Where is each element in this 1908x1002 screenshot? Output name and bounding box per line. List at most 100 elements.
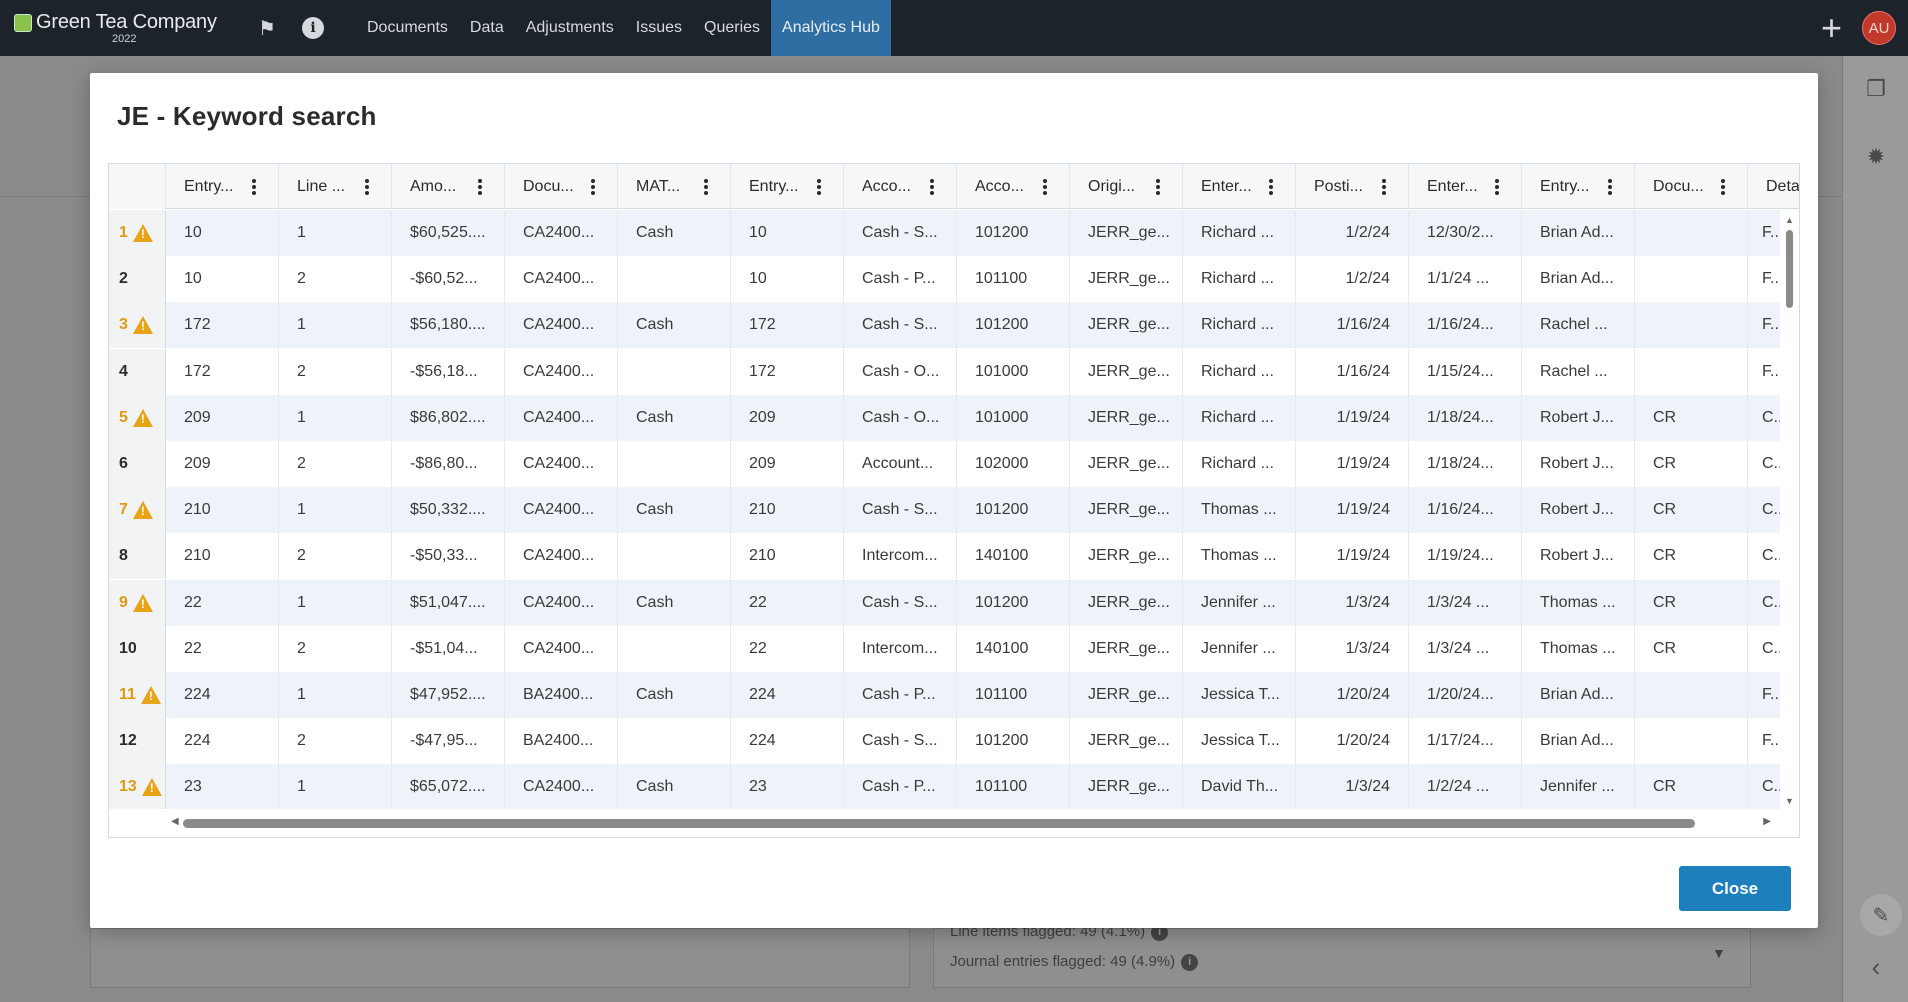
table-cell[interactable]: JERR_ge... (1070, 487, 1183, 534)
table-cell[interactable]: CA2400... (505, 579, 618, 626)
scroll-up-icon[interactable]: ▲ (1785, 215, 1794, 225)
table-cell[interactable]: 22 (166, 579, 279, 626)
table-cell[interactable]: 2 (279, 348, 392, 395)
table-row[interactable]: 9221$51,047....CA2400...Cash22Cash - S..… (109, 579, 1782, 626)
table-cell[interactable]: Richard ... (1183, 440, 1296, 487)
table-cell[interactable]: 210 (731, 487, 844, 534)
table-cell[interactable]: 1 (279, 579, 392, 626)
table-cell[interactable]: 209 (166, 394, 279, 441)
column-header[interactable]: Enter... (1409, 164, 1522, 209)
table-cell[interactable]: JERR_ge... (1070, 533, 1183, 580)
table-cell[interactable] (1635, 256, 1748, 303)
table-cell[interactable]: Cash - O... (844, 348, 957, 395)
column-menu-icon[interactable] (1495, 179, 1499, 195)
table-cell[interactable]: 1/19/24 (1296, 533, 1409, 580)
table-cell[interactable]: CA2400... (505, 764, 618, 809)
table-cell[interactable]: Cash (618, 487, 731, 534)
table-cell[interactable]: CR (1635, 394, 1748, 441)
table-cell[interactable]: Rachel ... (1522, 348, 1635, 395)
table-cell[interactable]: F... (1748, 210, 1782, 256)
table-cell[interactable]: 1 (279, 764, 392, 809)
table-cell[interactable]: 10 (731, 256, 844, 303)
table-cell[interactable]: 101200 (957, 487, 1070, 534)
table-cell[interactable]: 23 (731, 764, 844, 809)
table-cell[interactable]: Richard ... (1183, 210, 1296, 256)
table-cell[interactable]: CA2400... (505, 302, 618, 349)
table-cell[interactable]: 22 (731, 579, 844, 626)
table-cell[interactable]: CA2400... (505, 210, 618, 256)
table-cell[interactable]: 1/16/24... (1409, 487, 1522, 534)
table-cell[interactable]: 101100 (957, 671, 1070, 718)
table-cell[interactable]: 12/30/2... (1409, 210, 1522, 256)
table-cell[interactable] (618, 718, 731, 765)
brand[interactable]: Green Tea Company 2022 (14, 11, 230, 45)
table-cell[interactable]: 210 (166, 533, 279, 580)
table-cell[interactable]: 172 (731, 348, 844, 395)
column-menu-icon[interactable] (1156, 179, 1160, 195)
table-cell[interactable]: F... (1748, 671, 1782, 718)
table-cell[interactable]: Jennifer ... (1183, 579, 1296, 626)
table-cell[interactable]: -$50,33... (392, 533, 505, 580)
table-cell[interactable] (618, 625, 731, 672)
table-cell[interactable] (1635, 210, 1748, 256)
table-cell[interactable]: Brian Ad... (1522, 671, 1635, 718)
table-cell[interactable]: 101200 (957, 579, 1070, 626)
avatar[interactable]: AU (1862, 11, 1896, 45)
table-cell[interactable]: $56,180.... (392, 302, 505, 349)
table-cell[interactable]: CA2400... (505, 440, 618, 487)
table-cell[interactable]: 102000 (957, 440, 1070, 487)
table-cell[interactable]: 1/1/24 ... (1409, 256, 1522, 303)
table-cell[interactable]: Cash (618, 671, 731, 718)
column-header[interactable]: Posti... (1296, 164, 1409, 209)
horizontal-scrollbar[interactable]: ◀ ▶ (109, 809, 1799, 837)
close-button[interactable]: Close (1679, 866, 1791, 911)
table-cell[interactable]: Cash - P... (844, 671, 957, 718)
table-cell[interactable]: 1/19/24 (1296, 440, 1409, 487)
attachment-icon[interactable]: ✎ (1860, 894, 1902, 936)
table-cell[interactable]: Thomas ... (1522, 625, 1635, 672)
table-cell[interactable]: 1/20/24 (1296, 671, 1409, 718)
table-cell[interactable]: 1/3/24 ... (1409, 625, 1522, 672)
table-cell[interactable]: Thomas ... (1183, 487, 1296, 534)
table-cell[interactable]: Cash - S... (844, 579, 957, 626)
grid-body[interactable]: 1101$60,525....CA2400...Cash10Cash - S..… (109, 210, 1782, 809)
table-cell[interactable]: 101200 (957, 718, 1070, 765)
vertical-scroll-thumb[interactable] (1786, 230, 1793, 308)
column-menu-icon[interactable] (930, 179, 934, 195)
table-cell[interactable]: Cash (618, 764, 731, 809)
table-cell[interactable]: Jennifer ... (1183, 625, 1296, 672)
column-header[interactable]: Docu... (1635, 164, 1748, 209)
table-cell[interactable]: $60,525.... (392, 210, 505, 256)
column-menu-icon[interactable] (1382, 179, 1386, 195)
table-cell[interactable]: JERR_ge... (1070, 256, 1183, 303)
table-cell[interactable]: Cash - P... (844, 764, 957, 809)
table-cell[interactable]: 1/3/24 (1296, 579, 1409, 626)
nav-data[interactable]: Data (459, 0, 515, 56)
column-header[interactable]: Enter... (1183, 164, 1296, 209)
column-header[interactable]: MAT... (618, 164, 731, 209)
table-cell[interactable] (618, 256, 731, 303)
table-cell[interactable] (1635, 348, 1748, 395)
table-cell[interactable]: $51,047.... (392, 579, 505, 626)
table-cell[interactable]: 2 (279, 533, 392, 580)
table-cell[interactable]: -$51,04... (392, 625, 505, 672)
table-cell[interactable]: Cash - S... (844, 718, 957, 765)
table-cell[interactable]: 1/18/24... (1409, 440, 1522, 487)
table-cell[interactable]: 101000 (957, 394, 1070, 441)
table-cell[interactable]: Cash (618, 302, 731, 349)
table-cell[interactable]: CA2400... (505, 533, 618, 580)
chevron-down-icon[interactable]: ▼ (1712, 945, 1726, 961)
table-cell[interactable]: 1/3/24 ... (1409, 579, 1522, 626)
table-cell[interactable]: JERR_ge... (1070, 625, 1183, 672)
table-cell[interactable]: $65,072.... (392, 764, 505, 809)
column-menu-icon[interactable] (591, 179, 595, 195)
table-cell[interactable]: 101200 (957, 302, 1070, 349)
table-cell[interactable]: Richard ... (1183, 256, 1296, 303)
table-cell[interactable]: Jennifer ... (1522, 764, 1635, 809)
table-cell[interactable]: JERR_ge... (1070, 579, 1183, 626)
table-cell[interactable]: CA2400... (505, 625, 618, 672)
table-cell[interactable]: Cash - O... (844, 394, 957, 441)
table-cell[interactable]: Cash - P... (844, 256, 957, 303)
table-cell[interactable]: BA2400... (505, 671, 618, 718)
column-header[interactable]: Acco... (957, 164, 1070, 209)
